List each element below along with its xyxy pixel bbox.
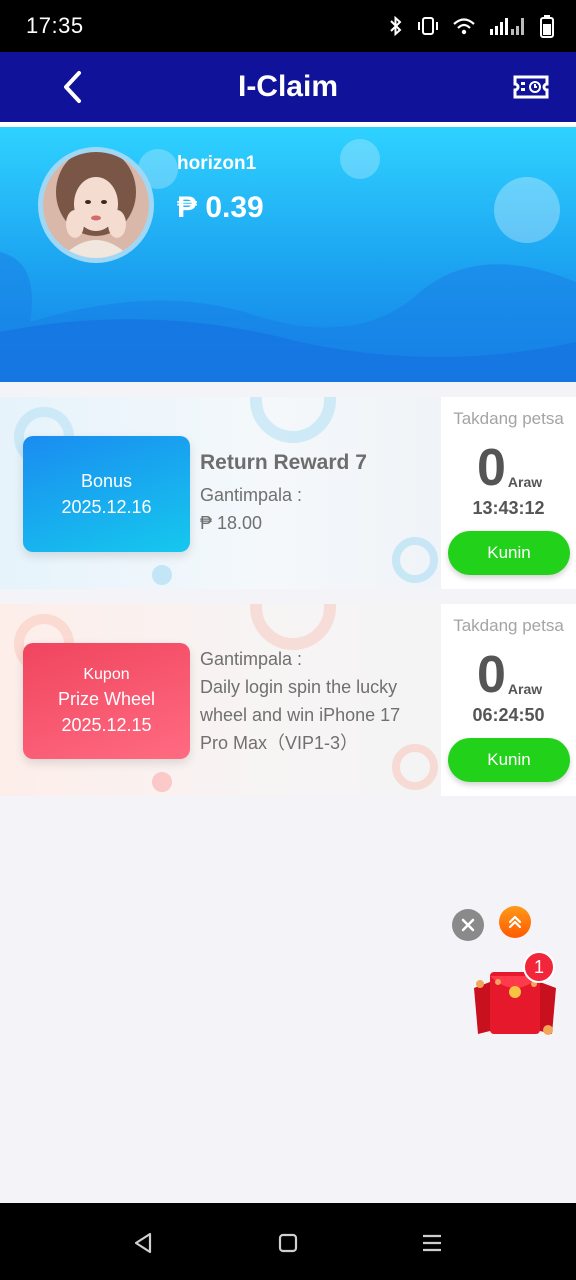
wallet-balance: ₱ 0.39 (177, 191, 264, 224)
close-float-button[interactable] (452, 909, 484, 941)
banner-wave (0, 252, 576, 382)
decor-bubble (494, 177, 560, 243)
chevron-left-icon (64, 71, 81, 103)
signal-icon (490, 18, 524, 35)
back-button[interactable] (52, 62, 92, 112)
status-time: 17:35 (26, 13, 84, 38)
reward-info: Gantimpala : Daily login spin the lucky … (200, 645, 400, 757)
reward-name: Return Reward 7 (200, 451, 367, 474)
days-count: 0 (477, 646, 506, 704)
ticket-icon (513, 75, 549, 99)
days-unit: Araw (507, 474, 543, 490)
username: horizon1 (177, 153, 257, 174)
reward-label: Gantimpala : (200, 485, 303, 505)
reward-label: Gantimpala : (200, 649, 303, 669)
decor-ring (250, 397, 336, 443)
coupon-badge: Kupon Prize Wheel 2025.12.15 (23, 643, 190, 759)
status-icons (388, 14, 554, 38)
claim-button[interactable]: Kunin (448, 738, 570, 782)
badge-date: 2025.12.15 (61, 715, 152, 735)
badge-date: 2025.12.16 (61, 497, 152, 517)
nav-back-button[interactable] (123, 1223, 163, 1263)
avatar[interactable] (38, 147, 154, 263)
badge-type: Kupon (83, 666, 130, 683)
close-icon (461, 918, 475, 932)
reward-value: ₱ 18.00 (200, 513, 263, 533)
double-chevron-up-icon (508, 915, 522, 929)
reward-description-line: Pro Max（VIP1-3） (200, 733, 359, 753)
reward-card: Bonus 2025.12.16 Return Reward 7 Gantimp… (0, 397, 576, 589)
decor-bubble (340, 139, 380, 179)
profile-banner: horizon1 ₱ 0.39 (0, 127, 576, 382)
reward-description-line: wheel and win iPhone 17 (200, 705, 401, 725)
deadline-label: Takdang petsa (453, 616, 564, 635)
bluetooth-icon (390, 15, 402, 37)
reward-deadline: Takdang petsa 0 Araw 13:43:12 Kunin (441, 397, 576, 589)
claim-button[interactable]: Kunin (448, 531, 570, 575)
avatar-portrait-icon (43, 152, 149, 258)
app-header: I-Claim (0, 52, 576, 122)
reward-card: Kupon Prize Wheel 2025.12.15 Gantimpala … (0, 604, 576, 796)
nav-home-button[interactable] (268, 1223, 308, 1263)
deadline-label: Takdang petsa (453, 409, 564, 428)
reward-card-body: Kupon Prize Wheel 2025.12.15 Gantimpala … (0, 604, 441, 796)
page-title: I-Claim (237, 70, 339, 103)
vibrate-icon (418, 17, 438, 35)
days-unit: Araw (507, 681, 543, 697)
reward-info: Return Reward 7 Gantimpala : ₱ 18.00 (200, 451, 367, 537)
decor-ring (250, 604, 336, 650)
days-count: 0 (477, 439, 506, 497)
status-bar: 17:35 (0, 0, 576, 52)
square-home-icon (278, 1233, 298, 1253)
reward-card-body: Bonus 2025.12.16 Return Reward 7 Gantimp… (0, 397, 441, 589)
nav-menu-button[interactable] (412, 1223, 452, 1263)
system-nav-bar (0, 1203, 576, 1280)
wifi-icon (453, 18, 475, 35)
badge-type: Bonus (80, 471, 133, 491)
decor-ring (392, 537, 438, 583)
days-remaining: 0 Araw (477, 442, 542, 494)
triangle-back-icon (134, 1232, 152, 1254)
bonus-badge: Bonus 2025.12.16 (23, 436, 190, 552)
reward-deadline: Takdang petsa 0 Araw 06:24:50 Kunin (441, 604, 576, 796)
battery-icon (540, 15, 554, 38)
notification-count-badge: 1 (523, 951, 555, 983)
badge-name: Prize Wheel (57, 689, 156, 709)
coupon-button[interactable] (512, 68, 550, 106)
reward-description-line: Daily login spin the lucky (200, 677, 398, 697)
countdown-timer: 13:43:12 (472, 498, 545, 518)
countdown-timer: 06:24:50 (472, 705, 545, 725)
scroll-top-button[interactable] (499, 906, 531, 938)
days-remaining: 0 Araw (477, 649, 542, 701)
menu-icon (423, 1234, 441, 1252)
decor-ring (152, 772, 172, 792)
decor-ring (152, 565, 172, 585)
